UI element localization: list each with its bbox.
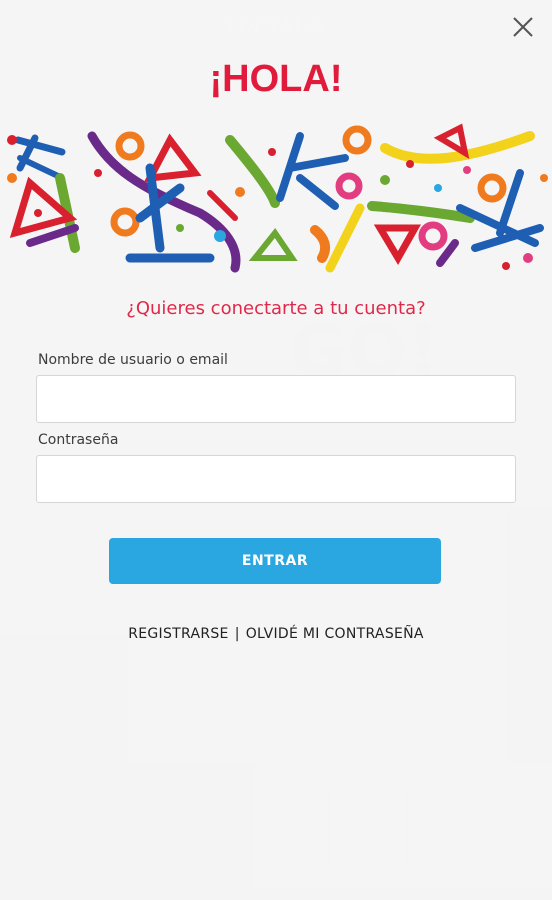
close-button[interactable]	[508, 12, 538, 42]
register-link[interactable]: REGISTRARSE	[128, 626, 229, 642]
forgot-password-link[interactable]: OLVIDÉ MI CONTRASEÑA	[246, 626, 424, 642]
account-links: REGISTRARSE | OLVIDÉ MI CONTRASEÑA	[0, 626, 552, 642]
close-icon	[513, 17, 533, 37]
greeting-title: ¡HOLA!	[209, 58, 343, 100]
username-input[interactable]	[36, 375, 516, 423]
links-separator: |	[234, 626, 240, 642]
submit-button[interactable]: ENTRAR	[109, 538, 441, 584]
confetti-doodle-icon	[7, 123, 548, 273]
password-input[interactable]	[36, 455, 516, 503]
password-label: Contraseña	[38, 432, 119, 448]
login-question: ¿Quieres conectarte a tu cuenta?	[126, 298, 426, 319]
username-label: Nombre de usuario o email	[38, 352, 228, 368]
